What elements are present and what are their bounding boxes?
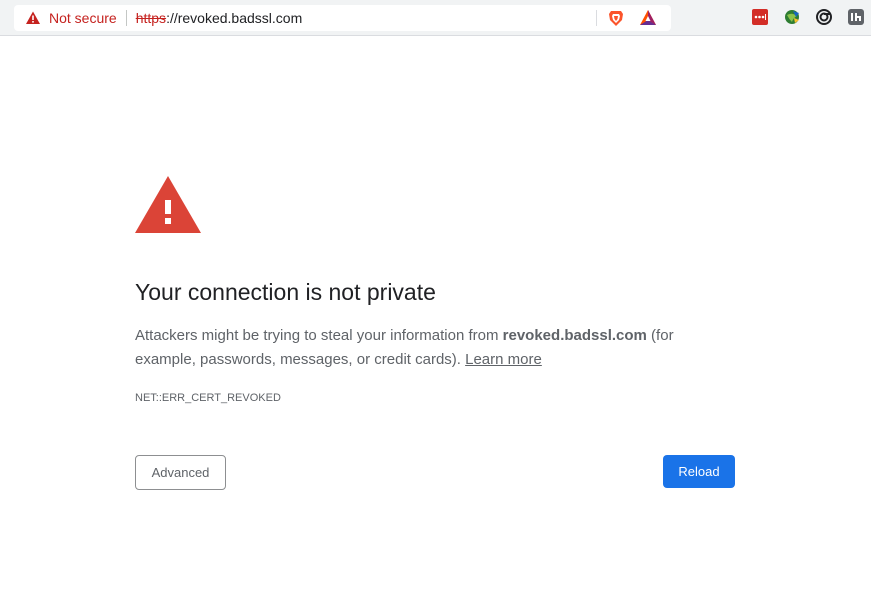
explanation-prefix: Attackers might be trying to steal your …	[135, 327, 503, 344]
spiral-extension-icon[interactable]	[816, 9, 832, 25]
browser-toolbar: Not secure https://revoked.badssl.com	[0, 0, 871, 36]
lastpass-icon[interactable]	[752, 9, 768, 25]
security-status-label[interactable]: Not secure	[49, 10, 117, 26]
page-heading: Your connection is not private	[135, 279, 436, 305]
omnibox-divider	[125, 10, 127, 26]
url-scheme: https	[135, 10, 167, 26]
globe-extension-icon[interactable]	[784, 9, 800, 25]
omnibox-actions-divider	[596, 10, 597, 26]
warning-triangle-icon	[135, 176, 735, 234]
tab-extension-icon[interactable]	[848, 9, 864, 25]
omnibox-actions	[596, 5, 671, 31]
brave-shield-icon[interactable]	[607, 9, 625, 27]
reload-button[interactable]: Reload	[663, 455, 735, 488]
bat-rewards-icon[interactable]	[639, 9, 657, 27]
learn-more-link[interactable]: Learn more	[465, 351, 542, 368]
error-code: NET::ERR_CERT_REVOKED	[135, 392, 281, 404]
extensions-bar	[752, 9, 871, 25]
url-host: ://revoked.badssl.com	[166, 10, 303, 26]
advanced-button[interactable]: Advanced	[135, 455, 226, 490]
error-explanation: Attackers might be trying to steal your …	[135, 324, 735, 372]
not-secure-warning-icon[interactable]	[25, 10, 41, 26]
ssl-error-interstitial: Your connection is not private Attackers…	[135, 176, 735, 404]
address-bar[interactable]: Not secure https://revoked.badssl.com	[14, 5, 671, 31]
url-text[interactable]: https://revoked.badssl.com	[136, 10, 303, 26]
explanation-host: revoked.badssl.com	[502, 327, 647, 344]
